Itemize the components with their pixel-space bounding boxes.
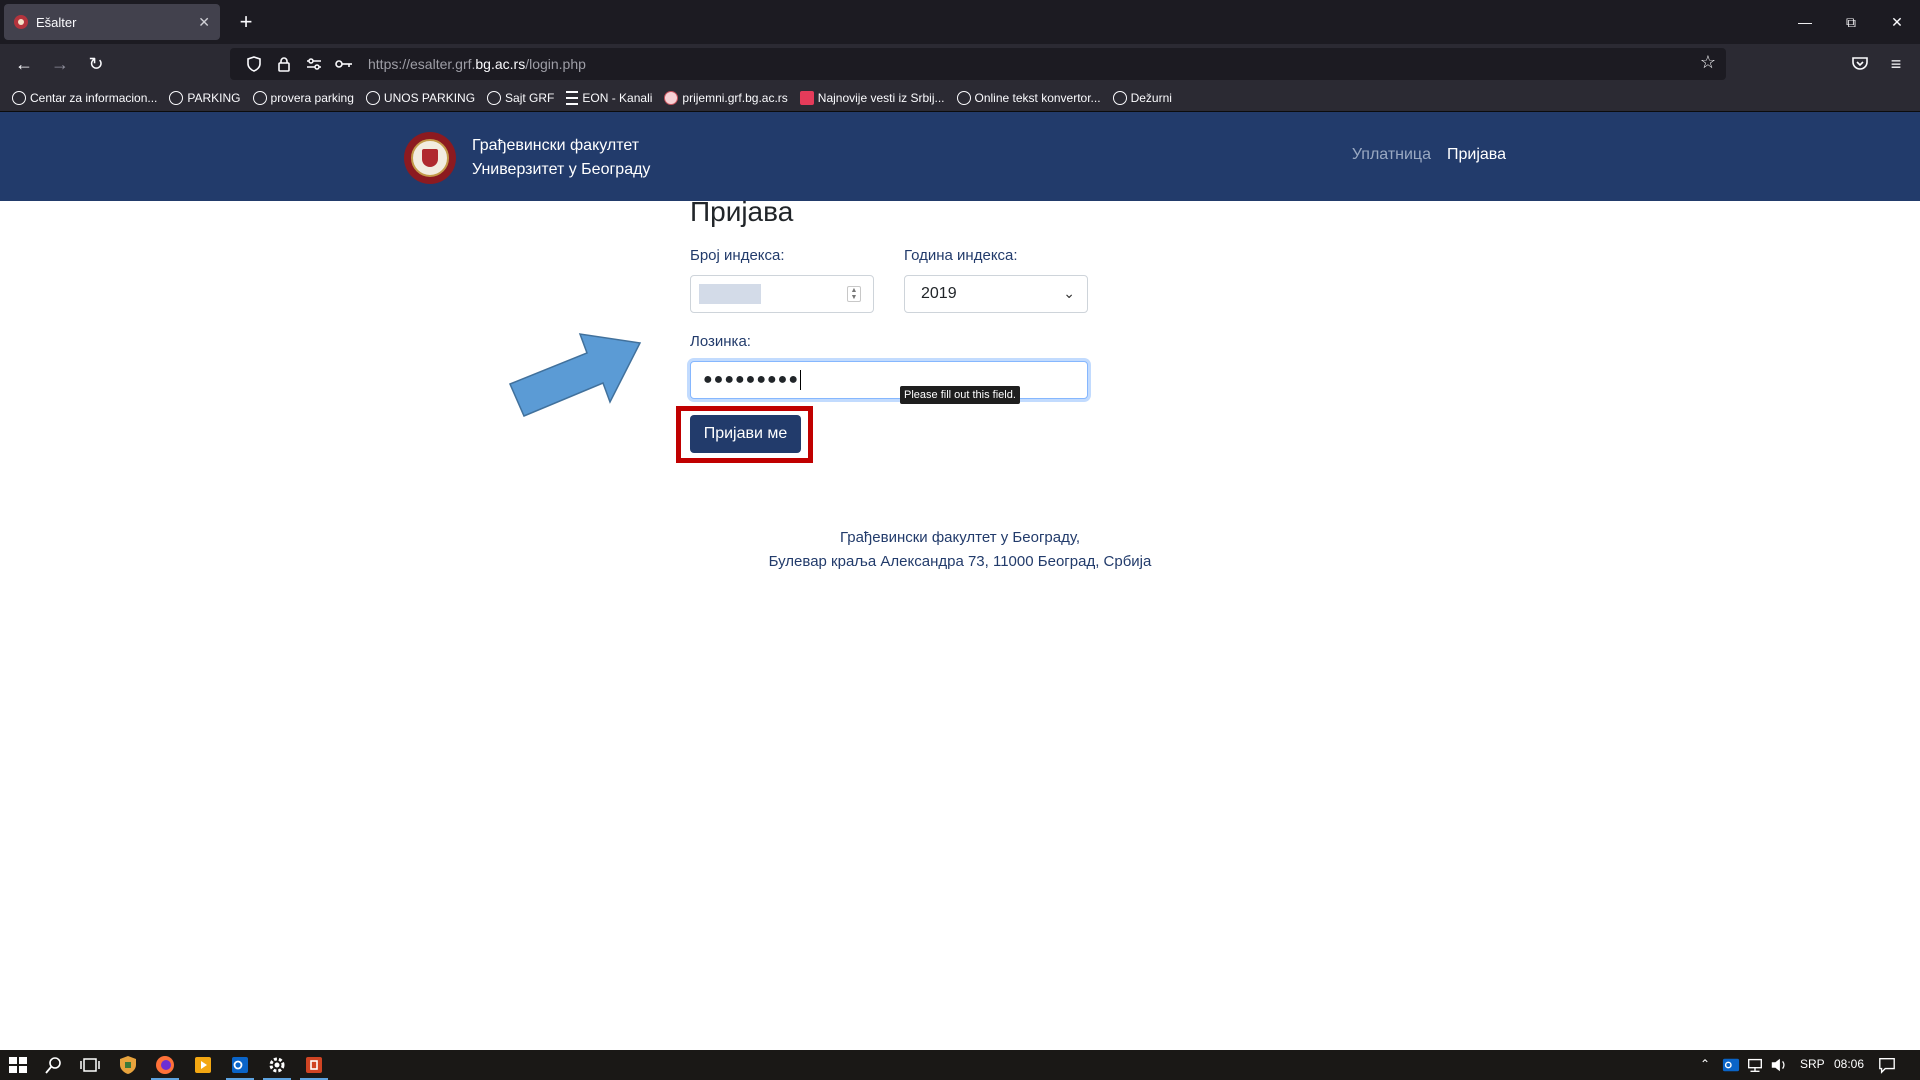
pointer-arrow-icon [509, 333, 642, 417]
bookmark-item[interactable]: EON - Kanali [566, 90, 652, 105]
bookmark-item[interactable]: Centar za informacion... [12, 90, 157, 105]
reload-icon[interactable]: ↻ [82, 50, 110, 78]
tracking-shield-icon[interactable] [242, 52, 266, 76]
permissions-icon[interactable] [302, 52, 326, 76]
address-bar[interactable]: https://esalter.grf.bg.ac.rs/login.php ☆ [230, 48, 1726, 80]
password-input[interactable]: ●●●●●●●●● [690, 361, 1088, 399]
tab-title: Ešalter [36, 14, 77, 30]
outlook-icon[interactable] [230, 1055, 250, 1075]
globe-icon [487, 90, 502, 105]
nav-link-prijava[interactable]: Пријава [1447, 146, 1506, 164]
pocket-icon[interactable] [1846, 50, 1874, 78]
firefox-icon[interactable] [155, 1055, 175, 1075]
news-icon [799, 90, 814, 105]
list-icon [566, 90, 579, 105]
browser-tab[interactable]: Ešalter ✕ [4, 4, 220, 40]
globe-icon [12, 90, 26, 105]
tray-overflow-chevron-icon[interactable]: ⌃ [1700, 1057, 1710, 1071]
bookmark-item[interactable]: prijemni.grf.bg.ac.rs [664, 90, 788, 105]
site-header: Грађевински факултет Универзитет у Беогр… [0, 112, 1920, 201]
bookmark-star-icon[interactable]: ☆ [1700, 52, 1716, 73]
outlook-tray-icon[interactable] [1722, 1056, 1740, 1074]
globe-icon [956, 90, 971, 105]
menu-icon[interactable]: ≡ [1882, 50, 1910, 78]
shield-app-icon[interactable] [118, 1055, 138, 1075]
task-view-icon[interactable] [80, 1055, 100, 1075]
globe-icon [252, 90, 267, 105]
search-icon[interactable] [44, 1055, 64, 1075]
redacted-value [699, 284, 761, 304]
window-close-icon[interactable]: ✕ [1874, 0, 1920, 44]
validation-tooltip: Please fill out this field. [900, 386, 1020, 404]
bookmarks-bar: Centar za informacion... PARKING provera… [0, 84, 1920, 112]
lock-icon[interactable] [272, 52, 296, 76]
volume-icon[interactable] [1770, 1056, 1788, 1074]
restore-icon[interactable]: ⧉ [1828, 0, 1874, 44]
media-player-icon[interactable] [193, 1055, 213, 1075]
forward-arrow-icon[interactable]: → [46, 50, 74, 78]
bookmark-item[interactable]: Online tekst konvertor... [956, 90, 1101, 105]
minimize-icon[interactable]: — [1782, 0, 1828, 44]
taskbar: ⌃ SRP 08:06 [0, 1050, 1920, 1080]
clock[interactable]: 08:06 [1834, 1057, 1864, 1071]
bookmark-item[interactable]: Dežurni [1112, 90, 1172, 105]
back-arrow-icon[interactable]: ← [10, 50, 38, 78]
network-icon[interactable] [1746, 1056, 1764, 1074]
login-button[interactable]: Пријави ме [690, 415, 801, 453]
shield-icon [422, 149, 438, 167]
index-number-input[interactable]: ▲ ▼ [690, 275, 874, 313]
site-favicon-icon [14, 15, 28, 29]
nav-link-uplatnica[interactable]: Уплатница [1352, 146, 1431, 164]
password-label: Лозинка: [690, 333, 751, 350]
windows-start-icon[interactable] [8, 1055, 28, 1075]
site-brand[interactable]: Грађевински факултет Универзитет у Беогр… [472, 134, 650, 182]
year-label: Година индекса: [904, 247, 1018, 264]
brand-line-1: Грађевински факултет [472, 137, 640, 154]
globe-icon [1112, 90, 1127, 105]
number-spinner-icon[interactable]: ▲ ▼ [847, 286, 861, 302]
bookmark-item[interactable]: Sajt GRF [487, 90, 554, 105]
new-tab-button[interactable]: + [232, 8, 260, 36]
year-select-value: 2019 [921, 285, 957, 302]
brand-line-2: Универзитет у Београду [472, 161, 651, 178]
powerpoint-icon[interactable] [304, 1055, 324, 1075]
settings-gear-icon[interactable] [267, 1055, 287, 1075]
bookmark-item[interactable]: UNOS PARKING [365, 90, 475, 105]
tab-close-icon[interactable]: ✕ [198, 14, 210, 31]
university-logo[interactable] [404, 132, 456, 184]
password-value: ●●●●●●●●● [703, 371, 799, 388]
url-text: https://esalter.grf.bg.ac.rs/login.php [368, 56, 586, 72]
logo-seal [411, 139, 449, 177]
site-nav: Уплатница Пријава [1336, 146, 1506, 164]
footer-line-2: Булевар краља Александра 73, 11000 Беогр… [768, 553, 1152, 570]
globe-icon [169, 90, 184, 105]
globe-icon [365, 90, 380, 105]
page-footer: Грађевински факултет у Београду, Булевар… [0, 526, 1920, 574]
bookmark-item[interactable]: provera parking [252, 90, 354, 105]
bookmark-item[interactable]: PARKING [169, 90, 241, 105]
chevron-down-icon: ⌄ [1063, 285, 1075, 301]
page-title: Пријава [690, 196, 794, 227]
index-label: Број индекса: [690, 247, 785, 264]
text-caret [799, 370, 801, 390]
language-indicator[interactable]: SRP [1800, 1057, 1825, 1071]
site-icon [664, 90, 679, 105]
browser-nav-bar: ← → ↻ https://esalter.grf.bg.ac.rs/login… [0, 44, 1920, 84]
key-icon[interactable] [332, 52, 356, 76]
bookmark-item[interactable]: Najnovije vesti iz Srbij... [799, 90, 945, 105]
year-select[interactable]: 2019 ⌄ [904, 275, 1088, 313]
footer-line-1: Грађевински факултет у Београду, [839, 529, 1081, 546]
browser-tab-bar: Ešalter ✕ + — ⧉ ✕ [0, 0, 1920, 44]
notifications-icon[interactable] [1878, 1056, 1896, 1074]
